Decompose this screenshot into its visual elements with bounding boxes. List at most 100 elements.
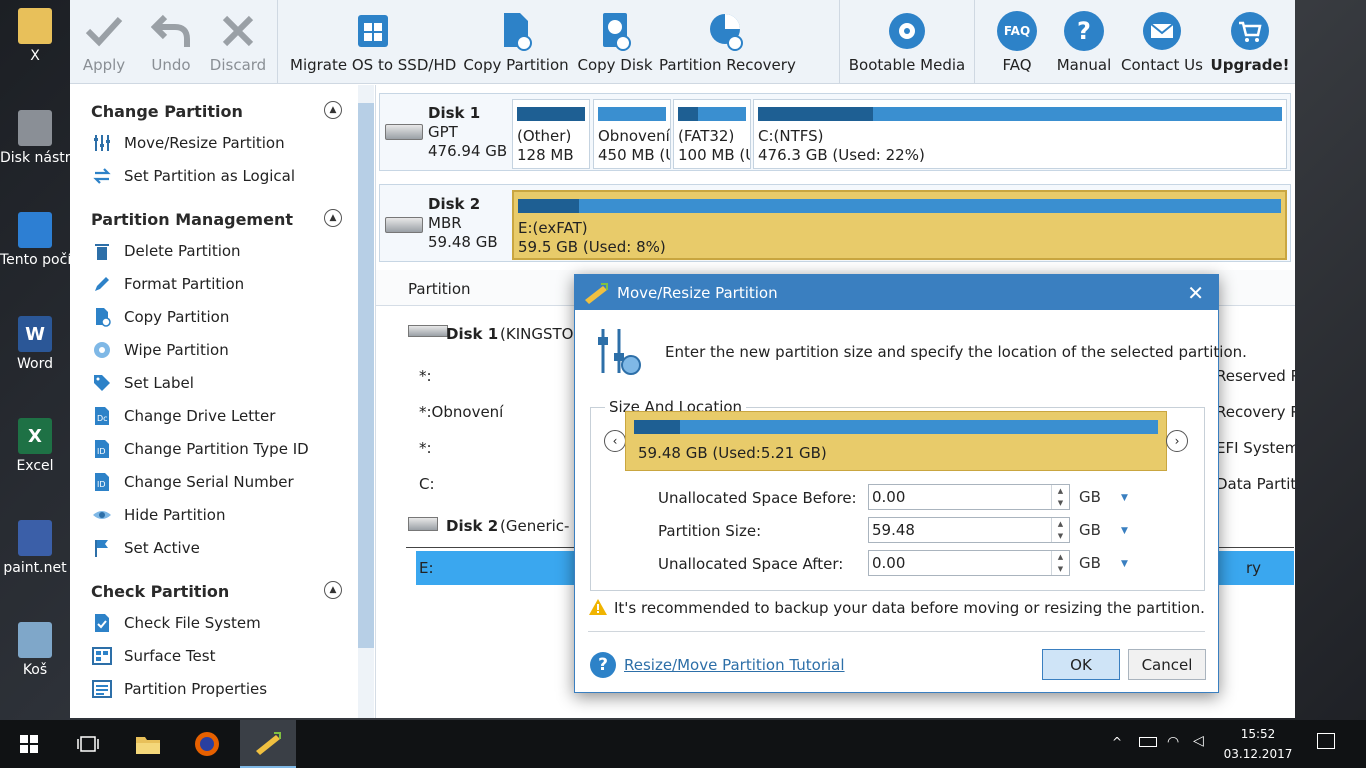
- taskbar-file-explorer[interactable]: [123, 720, 173, 768]
- partition-block[interactable]: C:(NTFS) 476.3 GB (Used: 22%): [753, 99, 1287, 169]
- warning-icon: [588, 598, 608, 616]
- volume-icon[interactable]: ◁: [1193, 733, 1204, 749]
- sidebar-scrollbar-thumb[interactable]: [358, 103, 374, 648]
- collapse-partition-management-icon[interactable]: ▲: [324, 209, 342, 227]
- spinner-arrows-icon[interactable]: ▲ ▼: [1051, 518, 1069, 542]
- unallocated-after-input[interactable]: 0.00 ▲ ▼: [868, 550, 1070, 576]
- table-row[interactable]: C:: [419, 475, 435, 493]
- desktop-icon-x[interactable]: X: [0, 8, 70, 65]
- sidebar-item-label: Change Serial Number: [124, 473, 294, 491]
- move-right-icon[interactable]: ›: [1166, 430, 1188, 452]
- column-header-partition[interactable]: Partition: [408, 280, 471, 298]
- table-row[interactable]: *:Obnovení: [419, 403, 503, 421]
- discard-button[interactable]: Discard: [204, 0, 272, 84]
- desktop-icon-excel[interactable]: X Excel: [0, 418, 70, 475]
- unallocated-before-input[interactable]: 0.00 ▲ ▼: [868, 484, 1070, 510]
- unit-dropdown-icon[interactable]: ▼: [1121, 559, 1128, 569]
- sidebar-item-label: Hide Partition: [124, 506, 226, 524]
- undo-label: Undo: [151, 56, 191, 74]
- move-left-icon[interactable]: ‹: [604, 430, 626, 452]
- sidebar-item-delete-partition[interactable]: Delete Partition: [92, 239, 241, 263]
- sidebar-item-hide-partition[interactable]: Hide Partition: [92, 503, 225, 527]
- task-view-button[interactable]: [63, 720, 113, 768]
- unit-dropdown-icon[interactable]: ▼: [1121, 493, 1128, 503]
- taskbar-firefox[interactable]: [182, 720, 232, 768]
- sidebar-item-label: Change Drive Letter: [124, 407, 276, 425]
- cart-icon: [1229, 10, 1271, 52]
- sidebar-item-surface-test[interactable]: Surface Test: [92, 644, 215, 668]
- sidebar-item-copy-partition[interactable]: Copy Partition: [92, 305, 229, 329]
- sidebar-item-change-serial[interactable]: ID Change Serial Number: [92, 470, 294, 494]
- clock[interactable]: 15:52 03.12.2017: [1218, 724, 1298, 764]
- ok-button[interactable]: OK: [1042, 649, 1120, 680]
- toolbar-separator: [974, 0, 975, 84]
- clock-time: 15:52: [1240, 727, 1276, 741]
- desktop-icon-recycle-bin[interactable]: Koš: [0, 622, 70, 679]
- disk-info: Disk 2 MBR 59.48 GB: [428, 195, 498, 252]
- usage-bar: [517, 107, 585, 121]
- partition-block[interactable]: (Other) 128 MB: [512, 99, 590, 169]
- toolbar-separator: [277, 0, 278, 84]
- sidebar-item-format-partition[interactable]: Format Partition: [92, 272, 244, 296]
- partition-resize-block[interactable]: 59.48 GB (Used:5.21 GB): [625, 411, 1167, 471]
- sidebar-item-wipe-partition[interactable]: Wipe Partition: [92, 338, 229, 362]
- partition-block[interactable]: (FAT32) 100 MB (Used: [673, 99, 751, 169]
- notification-icon[interactable]: [1317, 733, 1335, 749]
- chevron-up-icon[interactable]: ^: [1112, 735, 1122, 749]
- sidebar-item-set-active[interactable]: Set Active: [92, 536, 200, 560]
- input-value: 59.48: [872, 521, 915, 539]
- unit-dropdown-icon[interactable]: ▼: [1121, 526, 1128, 536]
- partition-block[interactable]: Obnovení 450 MB (Used: [593, 99, 671, 169]
- contact-us-button[interactable]: Contact Us: [1120, 0, 1204, 84]
- partition-size-input[interactable]: 59.48 ▲ ▼: [868, 517, 1070, 543]
- migrate-os-button[interactable]: Migrate OS to SSD/HD: [290, 0, 456, 84]
- collapse-check-partition-icon[interactable]: ▲: [324, 581, 342, 599]
- manual-button[interactable]: ? Manual: [1054, 0, 1114, 84]
- desktop-icon-disk-tools[interactable]: Disk nástroje: [0, 110, 70, 167]
- sidebar-item-label: Set Label: [124, 374, 194, 392]
- sidebar-item-change-type-id[interactable]: ID Change Partition Type ID: [92, 437, 309, 461]
- faq-button[interactable]: FAQ FAQ: [988, 0, 1046, 84]
- dialog-title-bar[interactable]: Move/Resize Partition ✕: [575, 275, 1218, 310]
- sidebar-item-check-file-system[interactable]: Check File System: [92, 611, 261, 635]
- collapse-change-partition-icon[interactable]: ▲: [324, 101, 342, 119]
- sidebar-item-set-label[interactable]: Set Label: [92, 371, 194, 395]
- tutorial-link[interactable]: Resize/Move Partition Tutorial: [624, 656, 845, 674]
- sidebar-item-change-drive-letter[interactable]: Dc Change Drive Letter: [92, 404, 275, 428]
- start-button[interactable]: [4, 720, 54, 768]
- wifi-icon[interactable]: ◠: [1167, 734, 1179, 750]
- svg-text:ID: ID: [97, 480, 106, 489]
- usage-bar-used: [518, 199, 580, 213]
- upgrade-button[interactable]: Upgrade!: [1210, 0, 1290, 84]
- partition-recovery-button[interactable]: Partition Recovery: [659, 0, 796, 84]
- desktop-icon-word[interactable]: W Word: [0, 316, 70, 373]
- table-row[interactable]: *:: [419, 367, 432, 385]
- table-row[interactable]: *:: [419, 439, 432, 457]
- spinner-arrows-icon[interactable]: ▲ ▼: [1051, 485, 1069, 509]
- disk-size: 59.48 GB: [428, 233, 498, 251]
- sidebar-item-set-logical[interactable]: Set Partition as Logical: [92, 164, 295, 188]
- desktop-icon-this-pc[interactable]: Tento počítač: [0, 212, 70, 269]
- cancel-button[interactable]: Cancel: [1128, 649, 1206, 680]
- taskbar-minitool[interactable]: [240, 720, 296, 768]
- clock-date: 03.12.2017: [1223, 747, 1293, 761]
- copy-disk-button[interactable]: Copy Disk: [575, 0, 655, 84]
- desktop-icon-paintnet[interactable]: paint.net: [0, 520, 70, 577]
- folder-icon: [136, 737, 160, 754]
- disk-map-row[interactable]: Disk 1 GPT 476.94 GB (Other) 128 MB Obno…: [379, 93, 1291, 171]
- drive-letter-icon: Dc: [92, 406, 112, 426]
- copy-partition-button[interactable]: Copy Partition: [462, 0, 570, 84]
- table-cell-type: ry: [1246, 559, 1262, 577]
- apply-button[interactable]: Apply: [70, 0, 138, 84]
- usage-bar-used: [758, 107, 874, 121]
- disk-map-row[interactable]: Disk 2 MBR 59.48 GB E:(exFAT) 59.5 GB (U…: [379, 184, 1291, 262]
- partition-block-selected[interactable]: E:(exFAT) 59.5 GB (Used: 8%): [512, 190, 1287, 260]
- undo-button[interactable]: Undo: [138, 0, 204, 84]
- disk-type: GPT: [428, 123, 458, 141]
- close-icon[interactable]: ✕: [1187, 281, 1204, 305]
- battery-icon[interactable]: [1139, 737, 1157, 747]
- sidebar-item-partition-properties[interactable]: Partition Properties: [92, 677, 267, 701]
- sidebar-item-move-resize[interactable]: Move/Resize Partition: [92, 131, 285, 155]
- spinner-arrows-icon[interactable]: ▲ ▼: [1051, 551, 1069, 575]
- bootable-media-button[interactable]: Bootable Media: [848, 0, 966, 84]
